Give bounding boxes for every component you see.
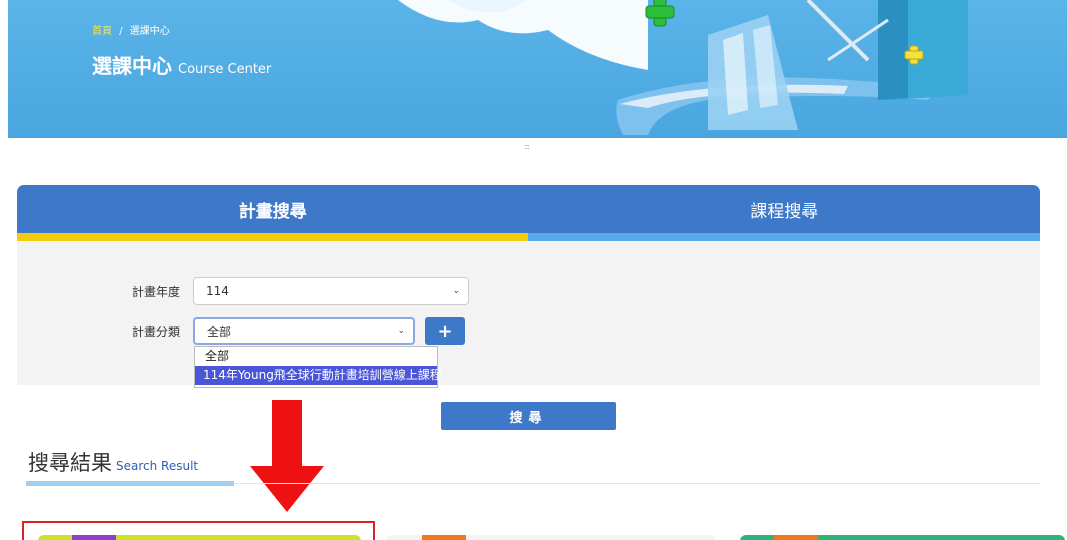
card-2-accent: [422, 535, 466, 540]
resize-handle: :::: [524, 142, 530, 151]
form-row-category: 計畫分類 全部 ⌄ +: [118, 317, 465, 345]
breadcrumb-current: 選課中心: [129, 26, 170, 37]
active-tab-indicator: [17, 233, 528, 241]
category-label: 計畫分類: [131, 324, 180, 339]
red-down-arrow-icon: [250, 400, 324, 512]
page-title-zh: 選課中心: [92, 54, 172, 78]
course-card-2[interactable]: [386, 535, 716, 540]
dropdown-option-all[interactable]: 全部: [195, 347, 437, 366]
chevron-down-icon: ⌄: [452, 286, 460, 296]
inactive-tab-indicator: [528, 233, 1040, 241]
tab-plan-search[interactable]: 計畫搜尋: [17, 185, 529, 233]
card-3-accent: [774, 535, 818, 540]
year-select-value: 114: [206, 284, 229, 298]
plus-icon: +: [437, 320, 453, 342]
header-banner: 首頁 / 選課中心 選課中心 Course Center: [8, 0, 1067, 138]
search-result-heading: 搜尋結果 Search Result: [28, 447, 198, 477]
search-result-title-en: Search Result: [116, 459, 199, 473]
search-form-panel: [17, 241, 1040, 385]
search-result-title-zh: 搜尋結果: [28, 451, 112, 475]
breadcrumb: 首頁 / 選課中心: [92, 22, 170, 37]
category-select-value: 全部: [207, 324, 232, 339]
year-label: 計畫年度: [131, 284, 180, 299]
dropdown-option-young-program[interactable]: 114年Young飛全球行動計畫培訓營線上課程: [195, 366, 442, 385]
card-highlight-box: [22, 521, 375, 540]
page-title: 選課中心 Course Center: [92, 50, 271, 79]
tab-course-search[interactable]: 課程搜尋: [529, 185, 1041, 233]
page-title-en: Course Center: [178, 62, 272, 77]
course-card-3[interactable]: [740, 535, 1065, 540]
category-dropdown-list[interactable]: 全部 114年Young飛全球行動計畫培訓營線上課程: [194, 346, 442, 388]
result-title-underline: [26, 481, 234, 486]
search-button[interactable]: 搜尋: [441, 402, 616, 430]
year-select[interactable]: 114 ⌄: [193, 277, 469, 305]
category-select[interactable]: 全部 ⌄: [193, 317, 415, 345]
add-category-button[interactable]: +: [425, 317, 465, 345]
search-tabs: 計畫搜尋 課程搜尋: [17, 185, 1040, 241]
breadcrumb-home-link[interactable]: 首頁: [92, 26, 112, 37]
breadcrumb-separator: /: [119, 26, 123, 37]
form-row-year: 計畫年度 114 ⌄: [118, 277, 469, 305]
chevron-down-icon: ⌄: [397, 326, 405, 336]
